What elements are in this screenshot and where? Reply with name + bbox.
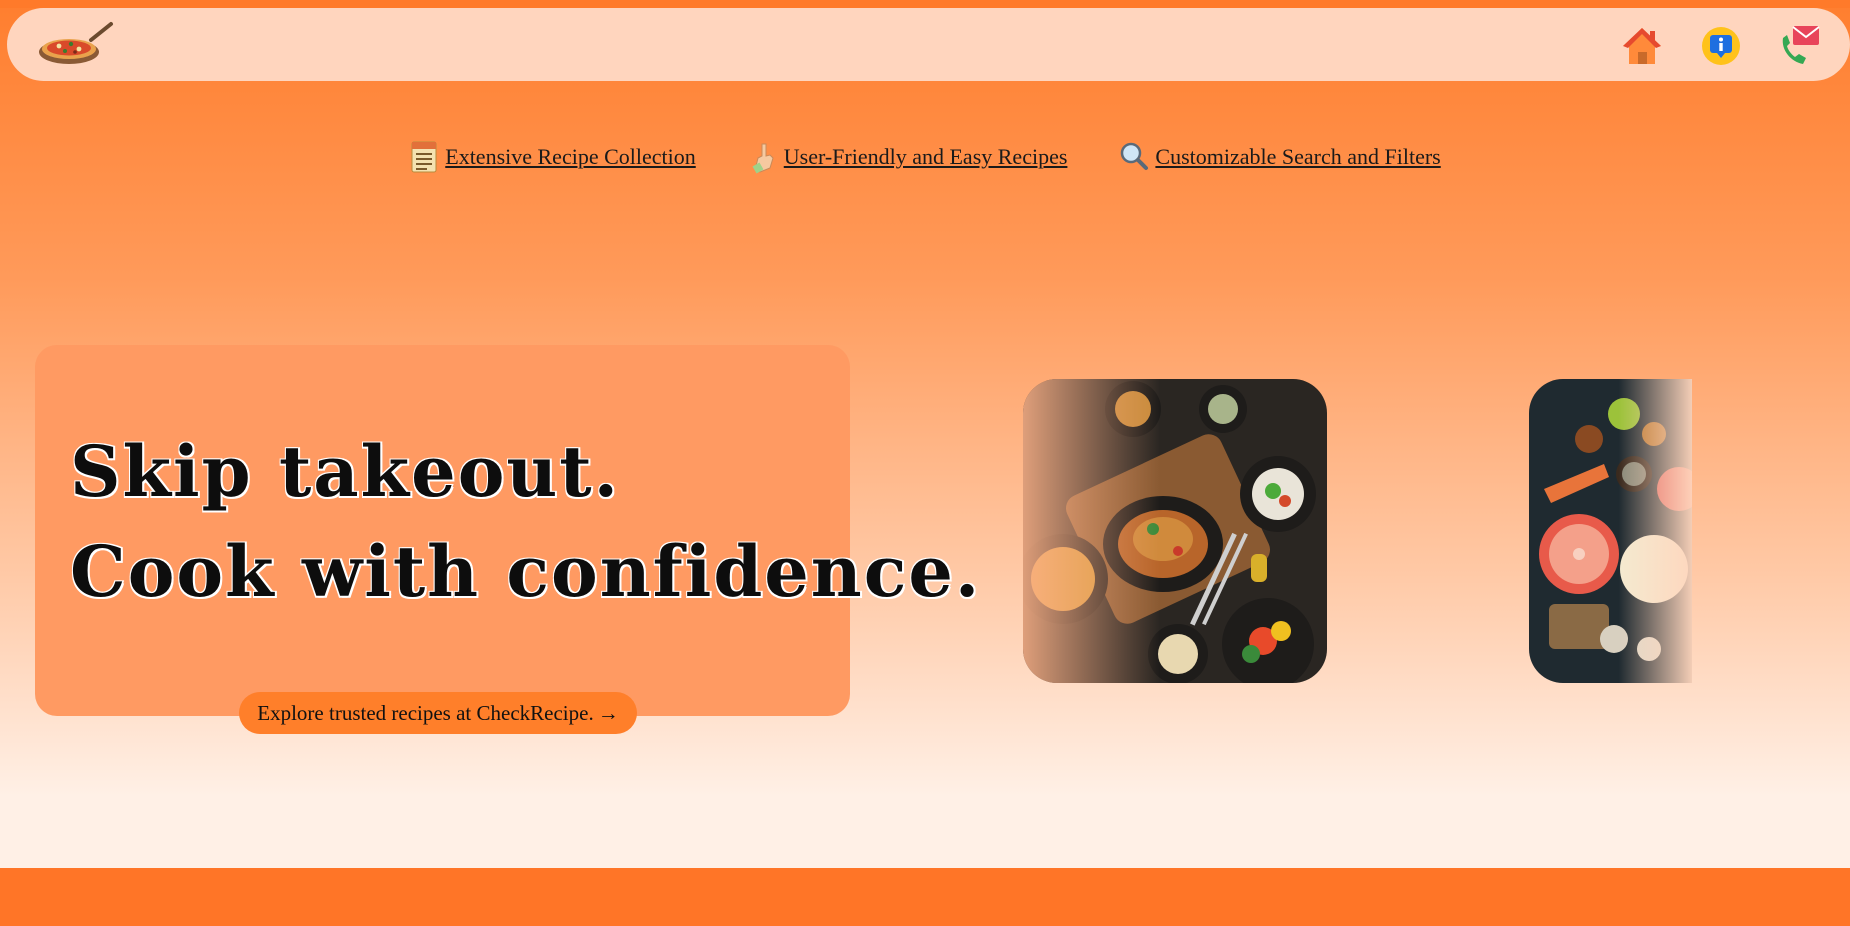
feature-label[interactable]: Customizable Search and Filters [1155,144,1440,170]
roast-chicken-dishes-image [1023,379,1327,683]
hero-headline-line-1: Skip takeout. [70,430,620,513]
footer-bar [0,868,1850,926]
hero-headline-line-2: Cook with confidence. [70,530,982,613]
feature-user-friendly[interactable]: User-Friendly and Easy Recipes [748,140,1068,174]
feature-search-filters[interactable]: Customizable Search and Filters [1119,140,1441,174]
info-icon[interactable] [1697,22,1745,70]
recipe-note-icon [411,141,437,173]
magnifier-icon [1121,142,1149,170]
pointing-hand-icon [752,143,774,174]
home-icon[interactable] [1618,22,1666,70]
cta-label: Explore trusted recipes at CheckRecipe. [257,700,594,725]
fruits-vegetables-image [1529,379,1692,683]
navbar [7,8,1850,81]
feature-label[interactable]: User-Friendly and Easy Recipes [784,144,1068,170]
feature-extensive-recipes[interactable]: Extensive Recipe Collection [409,140,696,174]
features-list: Extensive Recipe Collection User-Friendl… [0,140,1850,174]
arrow-right-icon: → [597,700,619,725]
explore-recipes-button[interactable]: Explore trusted recipes at CheckRecipe. → [239,692,637,734]
pizza-logo-icon[interactable] [35,18,115,72]
top-accent-strip [0,0,1850,8]
contact-phone-mail-icon[interactable] [1775,22,1823,70]
feature-label[interactable]: Extensive Recipe Collection [445,144,696,170]
